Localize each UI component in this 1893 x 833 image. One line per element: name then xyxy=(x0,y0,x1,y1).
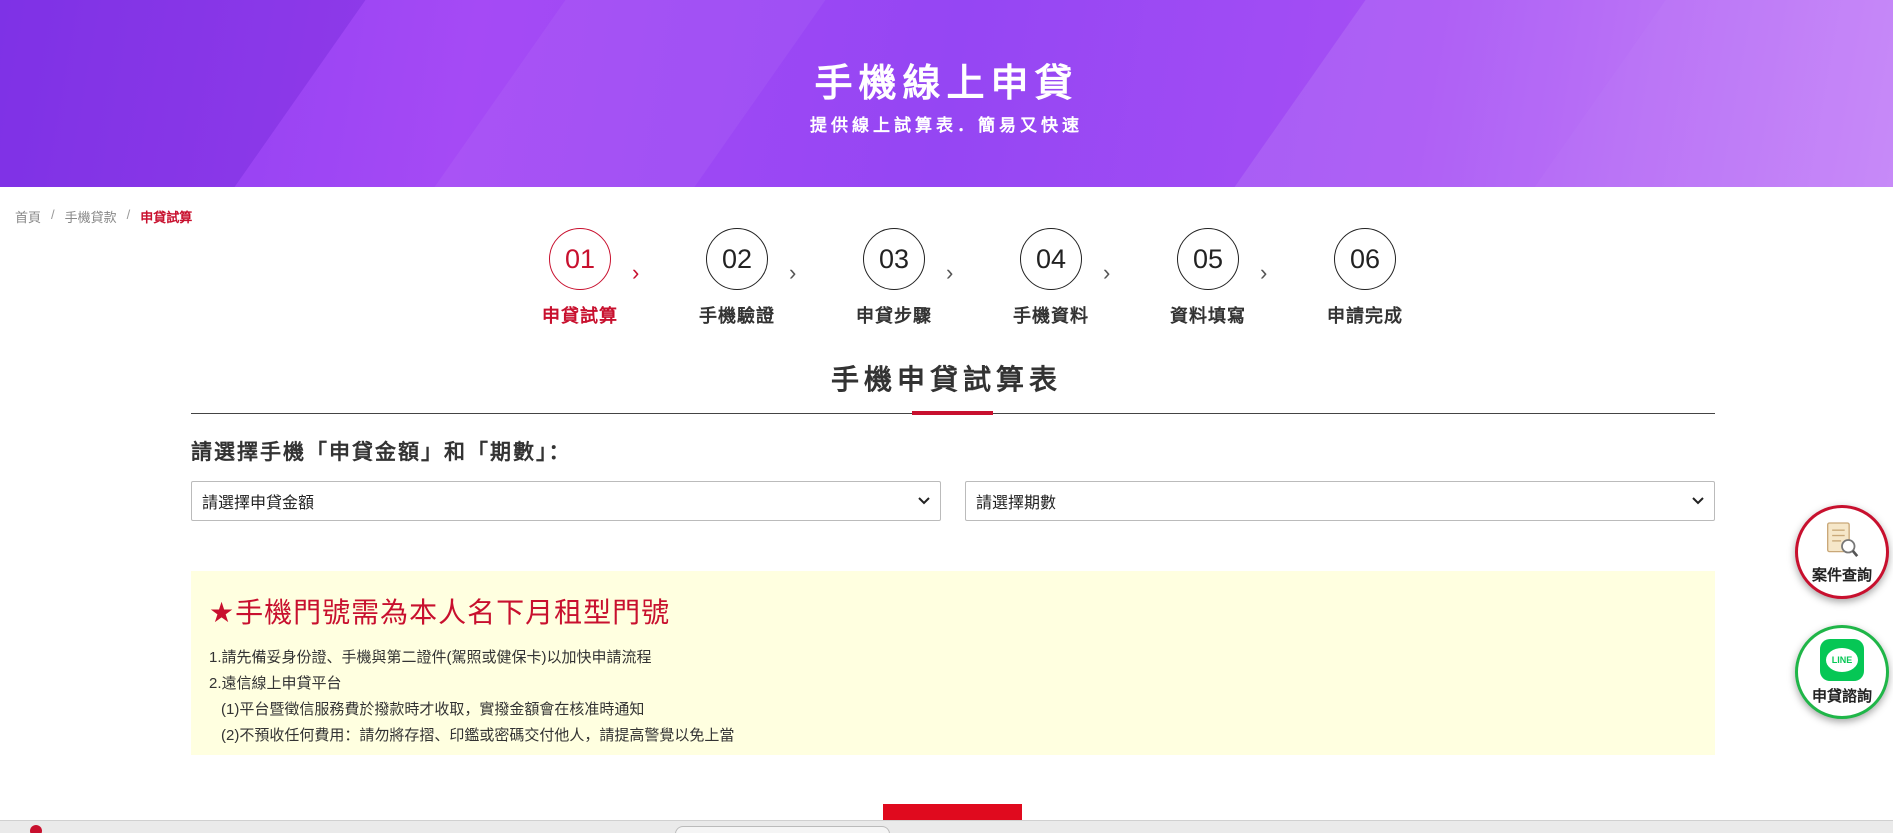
step-6: 06 申請完成 xyxy=(1305,228,1425,328)
step-number: 06 xyxy=(1334,228,1396,290)
notice-line: 1.請先備妥身份證、手機與第二證件(駕照或健保卡)以加快申請流程 xyxy=(209,649,652,666)
step-label: 手機驗證 xyxy=(699,306,775,326)
submit-button[interactable] xyxy=(883,804,1022,820)
notice-box: ★手機門號需為本人名下月租型門號 1.請先備妥身份證、手機與第二證件(駕照或健保… xyxy=(191,571,1715,755)
step-number: 03 xyxy=(863,228,925,290)
step-label: 申請完成 xyxy=(1327,306,1403,326)
step-number: 04 xyxy=(1020,228,1082,290)
step-2: 02 手機驗證 xyxy=(677,228,797,328)
line-consult-button[interactable]: LINE 申貸諮詢 xyxy=(1795,625,1889,719)
chevron-down-icon xyxy=(1692,497,1704,505)
line-consult-label: 申貸諮詢 xyxy=(1811,687,1872,705)
taskbar-search[interactable] xyxy=(675,826,890,833)
loan-amount-select[interactable]: 請選擇申貸金額 xyxy=(191,481,941,521)
step-label: 申貸步驟 xyxy=(856,306,932,326)
breadcrumb: 首頁 / 手機貸款 / 申貸試算 xyxy=(15,207,192,226)
step-label: 手機資料 xyxy=(1013,306,1089,326)
step-3: 03 申貸步驟 xyxy=(834,228,954,328)
progress-steps: 01 申貸試算 02 手機驗證 03 申貸步驟 04 手機資料 05 資料填寫 … xyxy=(520,228,1402,328)
notice-line: (2)不預收任何費用：請勿將存摺、印鑑或密碼交付他人，請提高警覺以免上當 xyxy=(221,727,735,744)
step-label: 資料填寫 xyxy=(1170,306,1246,326)
section-title: 手機申貸試算表 xyxy=(830,364,1062,395)
breadcrumb-home[interactable]: 首頁 xyxy=(15,207,41,226)
title-accent-bar xyxy=(912,411,993,415)
step-number: 01 xyxy=(549,228,611,290)
chevron-right-icon: › xyxy=(632,260,640,285)
step-number: 05 xyxy=(1177,228,1239,290)
breadcrumb-separator: / xyxy=(51,207,55,222)
case-query-button[interactable]: 案件查詢 xyxy=(1795,505,1889,599)
loan-amount-value: 請選擇申貸金額 xyxy=(202,495,315,512)
taskbar xyxy=(0,820,1893,833)
notice-line: 2.遠信線上申貸平台 xyxy=(209,675,342,692)
breadcrumb-separator: / xyxy=(126,207,131,222)
line-logo-text: LINE xyxy=(1826,647,1858,672)
notice-line: (1)平台暨徵信服務費於撥款時才收取，實撥金額會在核准時通知 xyxy=(221,701,645,718)
selection-prompt: 請選擇手機「申貸金額」和「期數」： xyxy=(191,441,572,464)
step-5: 05 資料填寫 xyxy=(1148,228,1268,328)
breadcrumb-phone-loan[interactable]: 手機貸款 xyxy=(65,207,117,226)
step-label: 申貸試算 xyxy=(542,306,618,326)
installment-period-select[interactable]: 請選擇期數 xyxy=(965,481,1715,521)
notice-title: ★手機門號需為本人名下月租型門號 xyxy=(209,597,671,628)
line-logo-icon: LINE xyxy=(1820,638,1864,681)
case-query-label: 案件查詢 xyxy=(1811,566,1872,584)
chevron-right-icon: › xyxy=(1103,260,1111,285)
chevron-right-icon: › xyxy=(946,260,954,285)
step-number: 02 xyxy=(706,228,768,290)
chevron-right-icon: › xyxy=(1260,260,1268,285)
breadcrumb-current: 申貸試算 xyxy=(140,210,193,225)
banner-subtitle: 提供線上試算表．簡易又快速 xyxy=(810,116,1083,135)
chevron-right-icon: › xyxy=(789,260,797,285)
step-1: 01 申貸試算 xyxy=(520,228,640,328)
step-4: 04 手機資料 xyxy=(991,228,1111,328)
notification-icon xyxy=(30,825,42,833)
document-search-icon xyxy=(1827,521,1859,557)
period-value: 請選擇期數 xyxy=(976,495,1057,512)
chevron-down-icon xyxy=(918,497,930,505)
hero-banner: 手機線上申貸 提供線上試算表．簡易又快速 xyxy=(0,0,1893,187)
banner-title: 手機線上申貸 xyxy=(814,63,1079,105)
